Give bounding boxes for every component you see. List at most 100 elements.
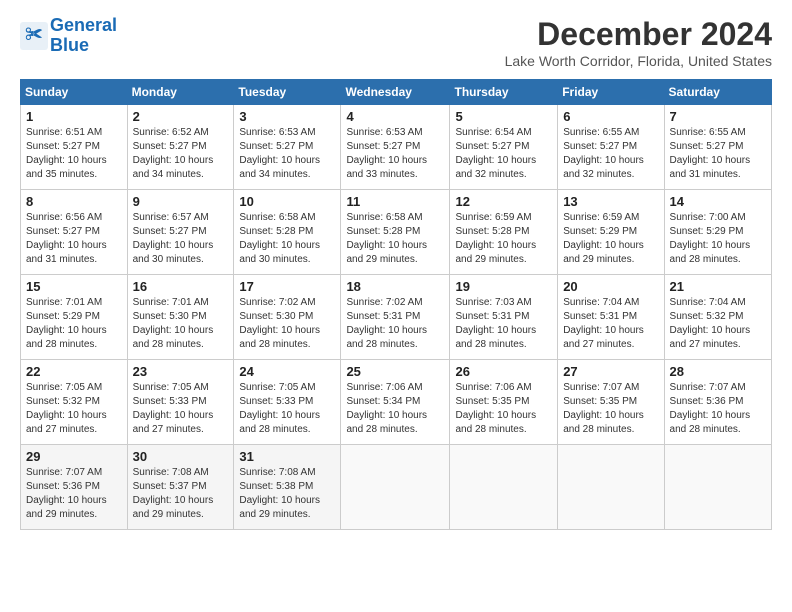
day-number: 29 xyxy=(26,449,122,464)
day-info: Sunrise: 7:07 AM Sunset: 5:35 PM Dayligh… xyxy=(563,381,658,437)
location: Lake Worth Corridor, Florida, United Sta… xyxy=(505,53,772,69)
day-number: 20 xyxy=(563,279,658,294)
week-row-4: 22 Sunrise: 7:05 AM Sunset: 5:32 PM Dayl… xyxy=(21,360,772,445)
calendar-cell: 19 Sunrise: 7:03 AM Sunset: 5:31 PM Dayl… xyxy=(450,275,558,360)
header-saturday: Saturday xyxy=(664,80,771,105)
day-info: Sunrise: 7:07 AM Sunset: 5:36 PM Dayligh… xyxy=(26,466,122,522)
day-info: Sunrise: 6:58 AM Sunset: 5:28 PM Dayligh… xyxy=(346,211,444,267)
day-number: 25 xyxy=(346,364,444,379)
calendar-cell: 20 Sunrise: 7:04 AM Sunset: 5:31 PM Dayl… xyxy=(558,275,664,360)
header-thursday: Thursday xyxy=(450,80,558,105)
week-row-5: 29 Sunrise: 7:07 AM Sunset: 5:36 PM Dayl… xyxy=(21,445,772,530)
week-row-2: 8 Sunrise: 6:56 AM Sunset: 5:27 PM Dayli… xyxy=(21,190,772,275)
title-area: December 2024 Lake Worth Corridor, Flori… xyxy=(505,16,772,69)
day-info: Sunrise: 6:54 AM Sunset: 5:27 PM Dayligh… xyxy=(455,126,552,182)
day-number: 22 xyxy=(26,364,122,379)
calendar-cell: 4 Sunrise: 6:53 AM Sunset: 5:27 PM Dayli… xyxy=(341,105,450,190)
header-friday: Friday xyxy=(558,80,664,105)
day-number: 7 xyxy=(670,109,766,124)
day-info: Sunrise: 7:01 AM Sunset: 5:29 PM Dayligh… xyxy=(26,296,122,352)
month-title: December 2024 xyxy=(505,16,772,53)
week-row-1: 1 Sunrise: 6:51 AM Sunset: 5:27 PM Dayli… xyxy=(21,105,772,190)
day-number: 17 xyxy=(239,279,335,294)
calendar-cell: 18 Sunrise: 7:02 AM Sunset: 5:31 PM Dayl… xyxy=(341,275,450,360)
day-number: 24 xyxy=(239,364,335,379)
calendar-cell xyxy=(341,445,450,530)
calendar-cell: 16 Sunrise: 7:01 AM Sunset: 5:30 PM Dayl… xyxy=(127,275,234,360)
day-info: Sunrise: 7:02 AM Sunset: 5:31 PM Dayligh… xyxy=(346,296,444,352)
header-wednesday: Wednesday xyxy=(341,80,450,105)
week-row-3: 15 Sunrise: 7:01 AM Sunset: 5:29 PM Dayl… xyxy=(21,275,772,360)
calendar-cell: 29 Sunrise: 7:07 AM Sunset: 5:36 PM Dayl… xyxy=(21,445,128,530)
day-number: 13 xyxy=(563,194,658,209)
day-number: 3 xyxy=(239,109,335,124)
calendar-cell: 12 Sunrise: 6:59 AM Sunset: 5:28 PM Dayl… xyxy=(450,190,558,275)
day-number: 19 xyxy=(455,279,552,294)
calendar-cell: 6 Sunrise: 6:55 AM Sunset: 5:27 PM Dayli… xyxy=(558,105,664,190)
calendar-cell: 5 Sunrise: 6:54 AM Sunset: 5:27 PM Dayli… xyxy=(450,105,558,190)
page-header: ✀ General Blue December 2024 Lake Worth … xyxy=(20,16,772,69)
day-number: 28 xyxy=(670,364,766,379)
day-info: Sunrise: 7:04 AM Sunset: 5:31 PM Dayligh… xyxy=(563,296,658,352)
day-number: 10 xyxy=(239,194,335,209)
logo-icon: ✀ xyxy=(20,22,48,50)
day-info: Sunrise: 7:06 AM Sunset: 5:35 PM Dayligh… xyxy=(455,381,552,437)
calendar-cell: 25 Sunrise: 7:06 AM Sunset: 5:34 PM Dayl… xyxy=(341,360,450,445)
day-info: Sunrise: 7:02 AM Sunset: 5:30 PM Dayligh… xyxy=(239,296,335,352)
day-info: Sunrise: 6:59 AM Sunset: 5:28 PM Dayligh… xyxy=(455,211,552,267)
day-number: 5 xyxy=(455,109,552,124)
logo-text: General Blue xyxy=(50,16,117,56)
day-number: 27 xyxy=(563,364,658,379)
calendar-cell: 24 Sunrise: 7:05 AM Sunset: 5:33 PM Dayl… xyxy=(234,360,341,445)
header-sunday: Sunday xyxy=(21,80,128,105)
day-number: 26 xyxy=(455,364,552,379)
day-number: 9 xyxy=(133,194,229,209)
day-info: Sunrise: 6:52 AM Sunset: 5:27 PM Dayligh… xyxy=(133,126,229,182)
calendar-cell: 27 Sunrise: 7:07 AM Sunset: 5:35 PM Dayl… xyxy=(558,360,664,445)
day-number: 2 xyxy=(133,109,229,124)
header-tuesday: Tuesday xyxy=(234,80,341,105)
day-info: Sunrise: 7:05 AM Sunset: 5:33 PM Dayligh… xyxy=(239,381,335,437)
calendar-cell: 1 Sunrise: 6:51 AM Sunset: 5:27 PM Dayli… xyxy=(21,105,128,190)
calendar-cell: 13 Sunrise: 6:59 AM Sunset: 5:29 PM Dayl… xyxy=(558,190,664,275)
day-number: 6 xyxy=(563,109,658,124)
calendar-table: Sunday Monday Tuesday Wednesday Thursday… xyxy=(20,79,772,530)
calendar-cell: 21 Sunrise: 7:04 AM Sunset: 5:32 PM Dayl… xyxy=(664,275,771,360)
calendar-cell xyxy=(450,445,558,530)
day-number: 8 xyxy=(26,194,122,209)
calendar-cell: 15 Sunrise: 7:01 AM Sunset: 5:29 PM Dayl… xyxy=(21,275,128,360)
day-number: 12 xyxy=(455,194,552,209)
calendar-cell: 8 Sunrise: 6:56 AM Sunset: 5:27 PM Dayli… xyxy=(21,190,128,275)
day-number: 11 xyxy=(346,194,444,209)
calendar-cell: 22 Sunrise: 7:05 AM Sunset: 5:32 PM Dayl… xyxy=(21,360,128,445)
calendar-cell: 17 Sunrise: 7:02 AM Sunset: 5:30 PM Dayl… xyxy=(234,275,341,360)
day-info: Sunrise: 6:51 AM Sunset: 5:27 PM Dayligh… xyxy=(26,126,122,182)
day-info: Sunrise: 7:00 AM Sunset: 5:29 PM Dayligh… xyxy=(670,211,766,267)
calendar-cell xyxy=(664,445,771,530)
day-info: Sunrise: 7:05 AM Sunset: 5:32 PM Dayligh… xyxy=(26,381,122,437)
header-monday: Monday xyxy=(127,80,234,105)
calendar-header-row: Sunday Monday Tuesday Wednesday Thursday… xyxy=(21,80,772,105)
day-info: Sunrise: 7:08 AM Sunset: 5:37 PM Dayligh… xyxy=(133,466,229,522)
day-number: 15 xyxy=(26,279,122,294)
calendar-cell: 11 Sunrise: 6:58 AM Sunset: 5:28 PM Dayl… xyxy=(341,190,450,275)
calendar-cell: 14 Sunrise: 7:00 AM Sunset: 5:29 PM Dayl… xyxy=(664,190,771,275)
day-number: 31 xyxy=(239,449,335,464)
day-number: 4 xyxy=(346,109,444,124)
day-info: Sunrise: 6:57 AM Sunset: 5:27 PM Dayligh… xyxy=(133,211,229,267)
svg-text:✀: ✀ xyxy=(25,24,43,44)
day-info: Sunrise: 7:01 AM Sunset: 5:30 PM Dayligh… xyxy=(133,296,229,352)
day-number: 1 xyxy=(26,109,122,124)
day-info: Sunrise: 7:08 AM Sunset: 5:38 PM Dayligh… xyxy=(239,466,335,522)
day-info: Sunrise: 6:58 AM Sunset: 5:28 PM Dayligh… xyxy=(239,211,335,267)
calendar-cell: 26 Sunrise: 7:06 AM Sunset: 5:35 PM Dayl… xyxy=(450,360,558,445)
day-info: Sunrise: 7:05 AM Sunset: 5:33 PM Dayligh… xyxy=(133,381,229,437)
day-info: Sunrise: 7:04 AM Sunset: 5:32 PM Dayligh… xyxy=(670,296,766,352)
day-number: 18 xyxy=(346,279,444,294)
day-info: Sunrise: 6:55 AM Sunset: 5:27 PM Dayligh… xyxy=(563,126,658,182)
day-number: 16 xyxy=(133,279,229,294)
calendar-cell: 7 Sunrise: 6:55 AM Sunset: 5:27 PM Dayli… xyxy=(664,105,771,190)
calendar-cell: 3 Sunrise: 6:53 AM Sunset: 5:27 PM Dayli… xyxy=(234,105,341,190)
day-info: Sunrise: 7:06 AM Sunset: 5:34 PM Dayligh… xyxy=(346,381,444,437)
calendar-cell: 30 Sunrise: 7:08 AM Sunset: 5:37 PM Dayl… xyxy=(127,445,234,530)
